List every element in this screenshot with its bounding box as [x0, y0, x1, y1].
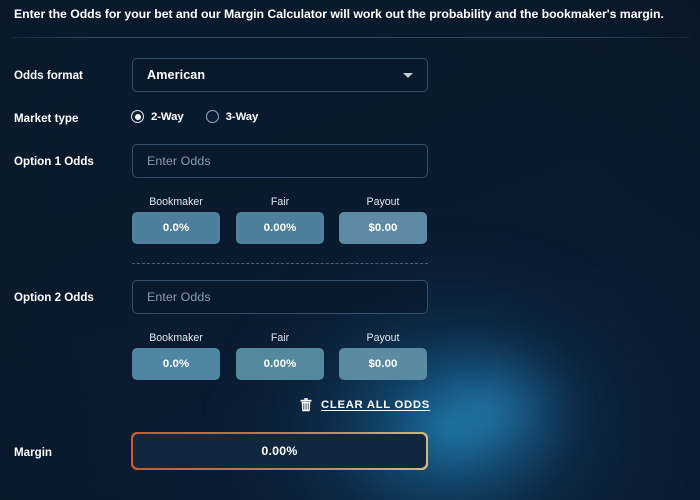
option-1-stat-payout-value: $0.00 — [368, 222, 398, 234]
market-type-option-2way-label: 2-Way — [151, 110, 184, 123]
margin-calculator-panel: Enter the Odds for your bet and our Marg… — [0, 0, 700, 500]
header-divider — [12, 37, 690, 38]
section-divider — [132, 263, 428, 264]
margin-result-inner: 0.00% — [132, 433, 427, 469]
market-type-option-3way-label: 3-Way — [225, 110, 259, 123]
radio-unselected-icon — [205, 110, 219, 123]
option-2-stat-payout: $0.00 — [339, 348, 427, 380]
option-2-stat-caption-payout: Payout — [366, 332, 400, 344]
clear-all-odds-label: CLEAR ALL ODDS — [321, 399, 430, 411]
radio-selected-icon — [131, 110, 144, 123]
option-1-stat-payout: $0.00 — [339, 212, 427, 244]
option-2-stat-caption-bookmaker: Bookmaker — [149, 332, 203, 344]
option-1-stat-caption-payout: Payout — [366, 196, 400, 208]
option-2-stats-row: Bookmaker Fair Payout 0.0% 0.00% $0.00 — [132, 332, 428, 380]
option-1-stat-bookmaker: 0.0% — [132, 212, 220, 244]
option-2-odds-placeholder: Enter Odds — [147, 290, 211, 304]
option-1-odds-placeholder: Enter Odds — [147, 154, 211, 168]
intro-text: Enter the Odds for your bet and our Marg… — [14, 7, 664, 21]
option-1-stats-row: Bookmaker Fair Payout 0.0% 0.00% $0.00 — [132, 196, 428, 244]
option-2-odds-input[interactable]: Enter Odds — [132, 280, 428, 314]
market-type-option-3way[interactable]: 3-Way — [205, 110, 259, 123]
option-2-stat-caption-fair: Fair — [270, 332, 290, 344]
option-2-odds-label: Option 2 Odds — [14, 291, 94, 304]
option-2-stat-fair: 0.00% — [236, 348, 324, 380]
odds-format-label: Odds format — [14, 69, 83, 82]
market-type-label: Market type — [14, 112, 79, 125]
option-1-stat-caption-fair: Fair — [270, 196, 290, 208]
market-type-radio-group: 2-Way 3-Way — [131, 110, 258, 123]
market-type-option-2way[interactable]: 2-Way — [131, 110, 184, 123]
odds-format-select[interactable]: American — [132, 58, 428, 92]
option-1-stat-bookmaker-value: 0.0% — [162, 222, 190, 234]
clear-all-odds-button[interactable]: CLEAR ALL ODDS — [300, 398, 430, 412]
option-1-stat-fair: 0.00% — [236, 212, 324, 244]
odds-format-value: American — [147, 68, 206, 82]
option-2-stat-bookmaker-value: 0.0% — [162, 358, 190, 370]
option-2-stat-bookmaker: 0.0% — [132, 348, 220, 380]
chevron-down-icon — [403, 73, 413, 78]
margin-result-value: 0.00% — [261, 444, 298, 458]
option-1-odds-input[interactable]: Enter Odds — [132, 144, 428, 178]
option-1-stat-caption-bookmaker: Bookmaker — [149, 196, 203, 208]
option-2-stat-payout-value: $0.00 — [368, 358, 398, 370]
option-2-stat-fair-value: 0.00% — [263, 358, 297, 370]
option-1-odds-label: Option 1 Odds — [14, 155, 94, 168]
margin-result-box: 0.00% — [131, 432, 428, 470]
margin-label: Margin — [14, 446, 53, 459]
trash-icon — [300, 398, 312, 412]
option-1-stat-fair-value: 0.00% — [263, 222, 297, 234]
